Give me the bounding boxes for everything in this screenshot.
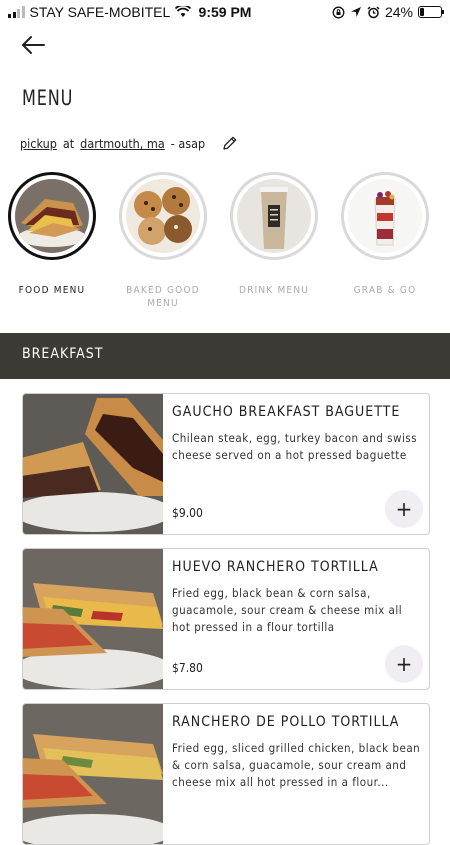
battery-percent: 24% (384, 4, 413, 20)
category-label: FOOD MENU (18, 285, 86, 296)
item-name: HUEVO RANCHERO TORTILLA (172, 559, 379, 575)
item-description: Fried egg, sliced grilled chicken, black… (172, 741, 421, 789)
item-photo (23, 704, 163, 844)
food-menu-photo (15, 179, 89, 253)
item-price: $9.00 (172, 506, 203, 520)
order-timing-label: - asap (170, 136, 206, 151)
item-photo (23, 394, 163, 534)
category-baked-good-menu[interactable]: BAKED GOOD MENU (113, 172, 213, 310)
category-image-ring (230, 172, 318, 260)
baked-goods-photo (126, 179, 200, 253)
order-location-link[interactable]: dartmouth, ma (80, 136, 165, 151)
location-icon (350, 7, 361, 17)
item-description: Fried egg, black bean & corn salsa, guac… (172, 586, 403, 634)
menu-item-card[interactable]: HUEVO RANCHERO TORTILLA Fried egg, black… (22, 548, 430, 690)
add-item-button[interactable]: + (385, 645, 423, 683)
category-drink-menu[interactable]: DRINK MENU (224, 172, 324, 297)
menu-item-card[interactable]: RANCHERO DE POLLO TORTILLA Fried egg, sl… (22, 703, 430, 845)
order-at-label: at (62, 136, 75, 151)
category-image-ring (8, 172, 96, 260)
category-grab-and-go[interactable]: GRAB & GO (335, 172, 435, 297)
page-title: MENU (22, 86, 74, 110)
category-label: GRAB & GO (353, 285, 417, 296)
item-name: GAUCHO BREAKFAST BAGUETTE (172, 404, 401, 420)
category-carousel: FOOD MENU BAKED GOOD MENU DRINK MENU GRA… (0, 172, 450, 322)
lock-rotation-icon (332, 6, 345, 18)
alarm-icon (367, 5, 380, 18)
parfait-photo (348, 179, 422, 253)
order-summary: pickup at dartmouth, ma - asap (20, 136, 205, 151)
item-name: RANCHERO DE POLLO TORTILLA (172, 714, 400, 730)
menu-item-card[interactable]: GAUCHO BREAKFAST BAGUETTE Chilean steak,… (22, 393, 430, 535)
pencil-icon[interactable] (222, 135, 238, 151)
category-image-ring (341, 172, 429, 260)
category-food-menu[interactable]: FOOD MENU (2, 172, 102, 297)
item-photo (23, 549, 163, 689)
back-arrow-icon[interactable] (20, 34, 46, 56)
add-item-button[interactable]: + (385, 490, 423, 528)
category-image-ring (119, 172, 207, 260)
item-description: Chilean steak, egg, turkey bacon and swi… (172, 431, 418, 462)
section-title: BREAKFAST (22, 346, 104, 362)
section-header: BREAKFAST (0, 333, 450, 379)
item-price: $7.80 (172, 661, 203, 675)
category-label: DRINK MENU (238, 285, 310, 296)
drink-photo (237, 179, 311, 253)
battery-icon (418, 6, 444, 18)
status-bar: STAY SAFE-MOBITEL 9:59 PM 24% (0, 0, 450, 24)
category-label: BAKED GOOD MENU (126, 285, 200, 309)
order-mode-link[interactable]: pickup (20, 136, 57, 151)
